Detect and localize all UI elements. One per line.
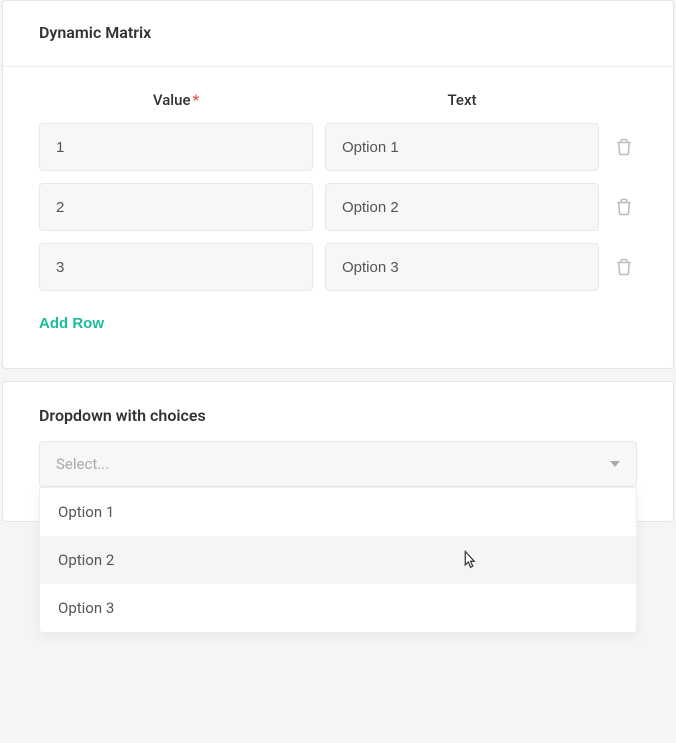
cursor-pointer-icon — [460, 550, 478, 572]
chevron-down-icon — [610, 461, 620, 467]
trash-icon — [615, 197, 633, 217]
dropdown-card: Dropdown with choices Select... Option 1… — [2, 381, 674, 522]
row-actions — [611, 133, 637, 161]
dropdown-option[interactable]: Option 1 — [40, 488, 636, 536]
trash-icon — [615, 137, 633, 157]
dynamic-matrix-card: Dynamic Matrix Value* Text — [2, 0, 674, 369]
card-title: Dynamic Matrix — [3, 1, 673, 67]
select-placeholder: Select... — [56, 455, 109, 473]
delete-row-button[interactable] — [611, 253, 637, 281]
dropdown-menu: Option 1 Option 2 Option 3 — [39, 487, 637, 633]
row-actions — [611, 193, 637, 221]
add-row-button[interactable]: Add Row — [39, 303, 104, 332]
table-row — [39, 183, 637, 231]
dropdown-option[interactable]: Option 3 — [40, 584, 636, 632]
required-asterisk: * — [192, 91, 199, 109]
value-column-header: Value* — [39, 91, 313, 109]
dropdown-body: Select... Option 1 Option 2 Option 3 — [3, 441, 673, 521]
delete-row-button[interactable] — [611, 193, 637, 221]
dropdown-title: Dropdown with choices — [3, 382, 673, 441]
trash-icon — [615, 257, 633, 277]
actions-column-spacer — [611, 91, 637, 109]
table-row — [39, 123, 637, 171]
matrix-column-headers: Value* Text — [39, 91, 637, 109]
value-input[interactable] — [39, 183, 313, 231]
delete-row-button[interactable] — [611, 133, 637, 161]
value-header-label: Value — [153, 91, 191, 109]
text-input[interactable] — [325, 243, 599, 291]
text-column-header: Text — [325, 91, 599, 109]
dropdown-option[interactable]: Option 2 — [40, 536, 636, 584]
select-input[interactable]: Select... — [39, 441, 637, 487]
table-row — [39, 243, 637, 291]
value-input[interactable] — [39, 123, 313, 171]
value-input[interactable] — [39, 243, 313, 291]
text-input[interactable] — [325, 123, 599, 171]
dropdown-option-label: Option 2 — [58, 551, 114, 569]
text-input[interactable] — [325, 183, 599, 231]
matrix-body: Value* Text — [3, 67, 673, 368]
row-actions — [611, 253, 637, 281]
